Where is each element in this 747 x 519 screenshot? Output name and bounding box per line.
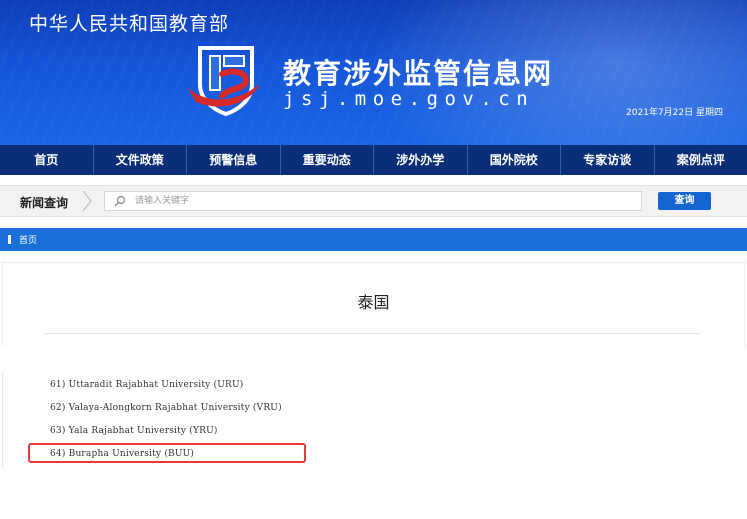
- breadcrumb-home-link[interactable]: 首页: [19, 233, 37, 246]
- nav-item-expert-interviews[interactable]: 专家访谈: [561, 145, 655, 175]
- article-card: 泰国: [2, 262, 745, 346]
- search-input[interactable]: [135, 193, 635, 209]
- nav-item-home[interactable]: 首页: [0, 145, 94, 175]
- article-title: 泰国: [357, 293, 390, 312]
- nav-item-cooperative-education[interactable]: 涉外办学: [374, 145, 468, 175]
- search-button[interactable]: 查询: [658, 192, 711, 210]
- list-item: 62) Valaya-Alongkorn Rajabhat University…: [50, 403, 282, 413]
- search-box: [104, 191, 642, 211]
- main-nav: 首页 文件政策 预警信息 重要动态 涉外办学 国外院校 专家访谈 案例点评: [0, 145, 747, 175]
- date-text: 2021年7月22日 星期四: [626, 108, 723, 118]
- site-domain: jsj.moe.gov.cn: [283, 88, 535, 110]
- list-item: 63) Yala Rajabhat University (YRU): [50, 426, 218, 436]
- breadcrumb: 首页: [0, 228, 747, 251]
- list-item: 61) Uttaradit Rajabhat University (URU): [50, 380, 244, 390]
- nav-item-case-reviews[interactable]: 案例点评: [655, 145, 747, 175]
- search-icon: [114, 195, 126, 207]
- title-divider: [45, 333, 701, 334]
- nav-item-news[interactable]: 重要动态: [281, 145, 374, 175]
- ministry-name: 中华人民共和国教育部: [29, 13, 230, 35]
- nav-item-policy-documents[interactable]: 文件政策: [94, 145, 187, 175]
- nav-item-foreign-institutions[interactable]: 国外院校: [468, 145, 561, 175]
- nav-item-warnings[interactable]: 预警信息: [187, 145, 281, 175]
- search-label: 新闻查询: [20, 196, 69, 210]
- highlight-box: [28, 443, 306, 463]
- header-banner: 中华人民共和国教育部 教育涉外监管信息网 jsj.moe.gov.cn 2021…: [0, 0, 747, 145]
- chevron-right-icon: [82, 190, 92, 212]
- news-search-bar: 新闻查询 查询: [0, 185, 747, 217]
- breadcrumb-marker: [8, 235, 11, 244]
- site-title: 教育涉外监管信息网: [283, 57, 554, 90]
- site-logo-icon[interactable]: [186, 44, 266, 116]
